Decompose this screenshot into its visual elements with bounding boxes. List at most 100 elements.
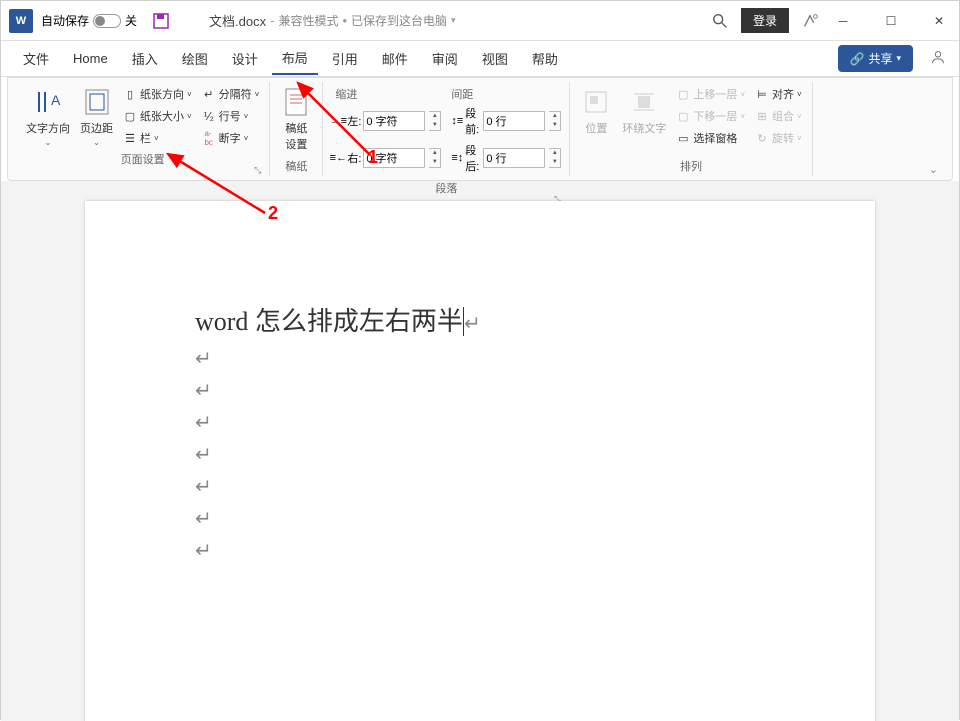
indent-heading: 缩进: [335, 86, 451, 102]
indent-left-spinner[interactable]: ▲▼: [429, 111, 441, 131]
indent-right-spinner[interactable]: ▲▼: [429, 148, 441, 168]
compat-mode-label: 兼容性模式: [278, 12, 338, 29]
toggle-switch-icon[interactable]: [93, 14, 121, 28]
autosave-state: 关: [125, 12, 137, 29]
spacing-after-spinner[interactable]: ▲▼: [549, 148, 561, 168]
login-button[interactable]: 登录: [741, 8, 789, 33]
rotate-button: ↻旋转˅: [751, 128, 806, 148]
document-title[interactable]: 文档.docx - 兼容性模式 • 已保存到这台电脑 ▾: [209, 11, 456, 30]
hyphenation-button[interactable]: a-bc断字˅: [198, 128, 264, 148]
line-numbers-button[interactable]: ⅟₂行号˅: [198, 106, 264, 126]
margins-label: 页边距: [80, 120, 113, 136]
save-icon[interactable]: [153, 13, 169, 29]
line-numbers-icon: ⅟₂: [202, 109, 216, 123]
indent-left-icon: →≡: [331, 114, 345, 128]
autosave-label: 自动保存: [41, 12, 89, 29]
document-text[interactable]: word 怎么排成左右两半: [195, 307, 463, 336]
spacing-before-input[interactable]: [483, 111, 545, 131]
margins-button[interactable]: 页边距 ⌄: [76, 84, 117, 149]
indent-right-icon: ≡←: [331, 151, 345, 165]
tab-design[interactable]: 设计: [222, 43, 268, 74]
wrap-label: 环绕文字: [622, 120, 666, 136]
comments-icon[interactable]: [929, 48, 947, 69]
autosave-toggle[interactable]: 自动保存 关: [41, 12, 137, 29]
search-icon[interactable]: [711, 12, 729, 30]
paragraph-mark-icon: ↵: [195, 535, 765, 567]
indent-right-input[interactable]: [363, 148, 425, 168]
share-button[interactable]: 🔗 共享 ▾: [838, 45, 914, 72]
spacing-after-input[interactable]: [483, 148, 545, 168]
accessibility-icon[interactable]: [801, 12, 819, 30]
wrap-text-button: 环绕文字: [618, 84, 670, 156]
text-direction-button[interactable]: A 文字方向 ⌄: [22, 84, 74, 149]
paragraph-mark-icon: ↵: [464, 313, 481, 335]
bring-forward-button: ▢上移一层˅: [672, 84, 749, 104]
position-icon: [580, 86, 612, 118]
hyphenation-icon: a-bc: [202, 131, 216, 145]
tab-home[interactable]: Home: [63, 45, 118, 72]
manuscript-icon: [280, 86, 312, 118]
tab-file[interactable]: 文件: [13, 43, 59, 74]
breaks-button[interactable]: ↵分隔符˅: [198, 84, 264, 104]
group-manuscript: 稿纸 设置 稿纸: [270, 82, 323, 176]
page-setup-launcher[interactable]: ⤡: [22, 165, 263, 176]
orientation-button[interactable]: ▯纸张方向˅: [119, 84, 196, 104]
manuscript-settings-button[interactable]: 稿纸 设置: [276, 84, 316, 156]
maximize-button[interactable]: ☐: [879, 9, 903, 33]
ribbon: A 文字方向 ⌄ 页边距 ⌄ ▯纸张方向˅ ▢纸张大小˅ ☰栏˅ ↵分隔符˅ ⅟…: [7, 77, 953, 181]
columns-label: 栏: [140, 130, 151, 146]
indent-left-input[interactable]: [363, 111, 425, 131]
doc-name: 文档.docx: [209, 11, 266, 30]
size-button[interactable]: ▢纸张大小˅: [119, 106, 196, 126]
breaks-icon: ↵: [202, 87, 216, 101]
spacing-before-spinner[interactable]: ▲▼: [549, 111, 561, 131]
spacing-after-label: ≡↕段后:: [451, 142, 479, 174]
text-direction-label: 文字方向: [26, 120, 70, 136]
ribbon-collapse-button[interactable]: ⌄: [929, 163, 938, 176]
ribbon-tabs: 文件 Home 插入 绘图 设计 布局 引用 邮件 审阅 视图 帮助 🔗 共享 …: [1, 41, 959, 77]
indent-left-label: →≡左:: [331, 113, 359, 129]
spacing-heading: 间距: [451, 86, 473, 102]
tab-layout[interactable]: 布局: [272, 42, 318, 75]
orientation-icon: ▯: [123, 87, 137, 101]
group-page-setup: A 文字方向 ⌄ 页边距 ⌄ ▯纸张方向˅ ▢纸张大小˅ ☰栏˅ ↵分隔符˅ ⅟…: [16, 82, 270, 176]
titlebar: W 自动保存 关 文档.docx - 兼容性模式 • 已保存到这台电脑 ▾ 登录…: [1, 1, 959, 41]
paragraph-mark-icon: ↵: [195, 503, 765, 535]
bring-forward-icon: ▢: [676, 87, 690, 101]
position-button: 位置: [576, 84, 616, 156]
manuscript-group-label: 稿纸: [276, 156, 316, 174]
group-icon: ⊞: [755, 109, 769, 123]
align-icon: ⊨: [755, 87, 769, 101]
group-paragraph: 缩进 间距 →≡左: ▲▼ ↕≡段前: ▲▼ ≡←右: ▲▼ ≡↕段后: ▲▼ …: [323, 82, 570, 176]
share-label: 共享: [868, 50, 892, 67]
group-button: ⊞组合˅: [751, 106, 806, 126]
columns-button[interactable]: ☰栏˅: [119, 128, 196, 148]
close-button[interactable]: ✕: [927, 9, 951, 33]
document-area[interactable]: word 怎么排成左右两半↵ ↵ ↵ ↵ ↵ ↵ ↵ ↵: [1, 181, 959, 721]
share-icon: 🔗: [850, 52, 865, 66]
manuscript-label: 稿纸 设置: [285, 120, 307, 152]
svg-text:A: A: [51, 92, 61, 108]
tab-draw[interactable]: 绘图: [172, 43, 218, 74]
word-app-icon: W: [9, 9, 33, 33]
margins-icon: [81, 86, 113, 118]
breaks-label: 分隔符: [219, 86, 252, 102]
text-direction-icon: A: [32, 86, 64, 118]
selection-pane-button[interactable]: ▭选择窗格: [672, 128, 749, 148]
line-numbers-label: 行号: [219, 108, 241, 124]
arrange-group-label: 排列: [576, 156, 805, 174]
wrap-icon: [628, 86, 660, 118]
spacing-before-label: ↕≡段前:: [451, 105, 479, 137]
size-label: 纸张大小: [140, 108, 184, 124]
document-page[interactable]: word 怎么排成左右两半↵ ↵ ↵ ↵ ↵ ↵ ↵ ↵: [85, 201, 875, 721]
tab-insert[interactable]: 插入: [122, 43, 168, 74]
tab-view[interactable]: 视图: [472, 43, 518, 74]
indent-right-label: ≡←右:: [331, 150, 359, 166]
tab-review[interactable]: 审阅: [422, 43, 468, 74]
tab-references[interactable]: 引用: [322, 43, 368, 74]
tab-mailings[interactable]: 邮件: [372, 43, 418, 74]
align-button[interactable]: ⊨对齐˅: [751, 84, 806, 104]
paragraph-mark-icon: ↵: [195, 439, 765, 471]
minimize-button[interactable]: ─: [831, 9, 855, 33]
tab-help[interactable]: 帮助: [522, 43, 568, 74]
